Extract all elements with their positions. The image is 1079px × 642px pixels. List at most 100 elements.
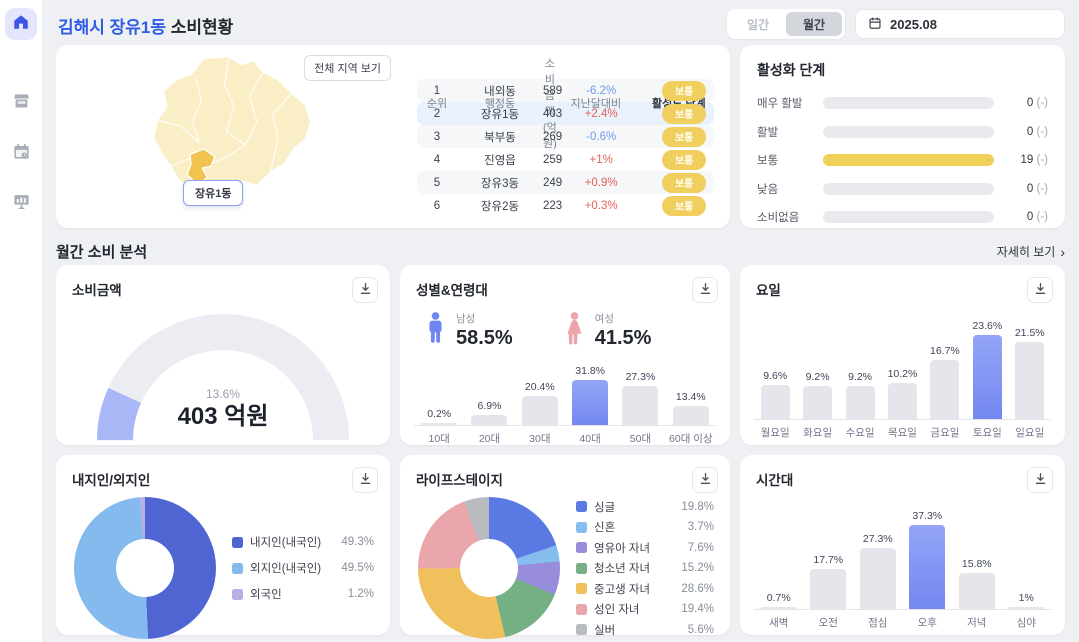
bar-value: 9.6% [763,370,787,382]
calendar-icon [868,16,882,33]
female-label: 여성 [595,311,652,326]
legend-label: 신혼 [594,519,681,535]
table-row[interactable]: 3북부동269-0.6%보통 [417,125,714,148]
period-toggle: 일간 월간 [727,9,845,39]
download-button[interactable] [692,467,718,493]
change-cell: +1% [562,154,640,166]
rank-cell: 6 [417,200,457,212]
bar-value: 6.9% [478,400,502,412]
female-value: 41.5% [595,327,652,350]
status-badge: 보통 [662,150,706,170]
bar [846,386,875,419]
amount-cell: 269 [543,131,562,143]
status-badge: 보통 [662,173,706,193]
download-button[interactable] [1027,467,1053,493]
see-more-link[interactable]: 자세히 보기› [997,243,1065,260]
bar-value: 0.2% [427,408,451,420]
rank-cell: 2 [417,108,457,120]
toggle-daily-button[interactable]: 일간 [730,12,786,36]
legend-item: 청소년 자녀15.2% [576,560,714,576]
bar-label: 40대 [565,426,615,446]
sidebar-item-store[interactable] [5,88,37,120]
status-badge: 보통 [662,81,706,101]
activation-bar [823,183,994,195]
activation-bar [823,126,994,138]
region-overview-card: 전체 지역 보기 장유1동 순위행정동소비금액 (억원)지난달대비활성도 단계 … [56,45,730,228]
table-row[interactable]: 4진영읍259+1%보통 [417,148,714,171]
bar-value: 10.2% [888,368,918,380]
bar [761,607,797,609]
lifestage-donut-chart [418,497,560,639]
toggle-monthly-button[interactable]: 월간 [786,12,842,36]
bar-label: 오전 [804,610,854,630]
activation-label: 활발 [757,124,813,140]
activation-value: 0 (-) [1004,97,1048,109]
download-button[interactable] [1027,277,1053,303]
bar [421,423,457,425]
date-value: 2025.08 [890,17,937,32]
legend-value: 15.2% [681,562,714,574]
download-button[interactable] [692,277,718,303]
legend-label: 성인 자녀 [594,601,674,617]
bar [860,548,896,609]
legend-label: 외지인(내국인) [250,560,334,576]
download-button[interactable] [352,277,378,303]
change-cell: +0.9% [562,177,640,189]
male-label: 남성 [456,311,513,326]
change-cell: -0.6% [562,131,640,143]
bar-value: 15.8% [962,558,992,570]
sidebar-item-calendar[interactable] [5,138,37,170]
amount-card: 소비금액 13.6% 403 억원 [56,265,390,445]
bar-value: 13.4% [676,391,706,403]
activation-value: 19 (-) [1004,154,1048,166]
bar-label: 30대 [515,426,565,446]
legend-label: 영유아 자녀 [594,540,681,556]
activation-bar [823,154,994,166]
map-region [154,57,311,197]
amount-cell: 259 [543,154,562,166]
legend-value: 1.2% [348,588,374,600]
legend-label: 싱글 [594,499,674,515]
activation-label: 매우 활발 [757,95,813,111]
activation-row: 낮음0 (-) [757,181,1048,197]
date-picker[interactable]: 2025.08 [855,9,1065,39]
legend-item: 성인 자녀19.4% [576,601,714,617]
change-cell: +2.4% [562,108,640,120]
gender-age-card: 성별&연령대 남성58.5% 여성41.5% 0.2%6.9%20.4%31.8… [400,265,730,445]
bar [622,386,658,425]
download-icon [359,282,372,298]
download-button[interactable] [352,467,378,493]
view-all-regions-button[interactable]: 전체 지역 보기 [304,55,391,81]
download-icon [1034,282,1047,298]
bar-value: 9.2% [848,371,872,383]
amount-cell: 249 [543,177,562,189]
chevron-right-icon: › [1060,244,1065,260]
legend-item: 외국인 1.2% [232,586,374,602]
legend-swatch [576,583,587,594]
rank-cell: 1 [417,85,457,97]
bar-label: 오후 [903,610,953,630]
legend-value: 7.6% [688,542,714,554]
download-icon [699,282,712,298]
table-row[interactable]: 5장유3동249+0.9%보통 [417,171,714,194]
bar-label: 목요일 [881,420,923,440]
sidebar-item-dashboard[interactable] [5,188,37,220]
legend-label: 외국인 [250,586,341,602]
legend-value: 49.3% [341,536,374,548]
amount-cell: 223 [543,200,562,212]
bar [803,386,832,419]
bar-label: 60대 이상 [666,426,716,446]
bar-value: 27.3% [863,533,893,545]
bar-label: 심야 [1002,610,1052,630]
table-row[interactable]: 6장유2동223+0.3%보통 [417,194,714,217]
section-header: 월간 소비 분석 자세히 보기› [56,241,1065,262]
bar [888,383,917,419]
legend-label: 중고생 자녀 [594,581,674,597]
bar-label: 금요일 [924,420,966,440]
change-cell: +0.3% [562,200,640,212]
city-map[interactable]: 전체 지역 보기 장유1동 [56,45,401,228]
card-title: 요일 [756,277,781,299]
card-title: 성별&연령대 [416,277,488,299]
sidebar-item-home[interactable] [5,8,37,40]
legend-item: 신혼3.7% [576,519,714,535]
